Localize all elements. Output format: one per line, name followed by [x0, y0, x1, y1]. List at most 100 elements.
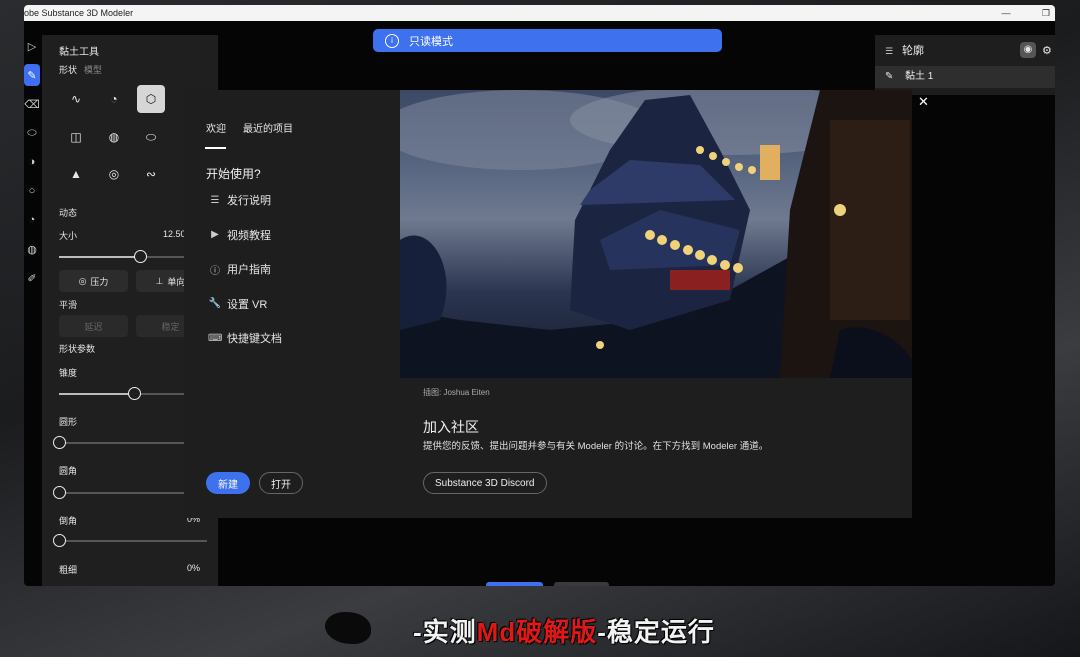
size-slider-handle[interactable]: [134, 250, 148, 263]
panel-title: 黏土工具: [59, 47, 99, 58]
chamfer-slider[interactable]: [53, 534, 207, 547]
taper-slider-handle[interactable]: [128, 387, 141, 400]
shape-globe-icon[interactable]: ◍: [100, 123, 128, 151]
pressure-icon: ◎: [78, 275, 87, 286]
info-icon: i: [385, 33, 399, 48]
outline-item[interactable]: ✎ 黏土 1: [875, 66, 1055, 88]
chamfer-label: 倒角: [59, 516, 78, 526]
shape-cone-icon[interactable]: ▲: [62, 160, 90, 188]
target-icon[interactable]: ◉: [1020, 42, 1036, 58]
tab-shape[interactable]: 形状: [59, 63, 77, 76]
primary-action-strip[interactable]: [486, 582, 543, 586]
menu-item[interactable]: 🔧 设置 VR: [208, 296, 268, 312]
tab-underline: [205, 147, 226, 149]
video-icon: ▶: [211, 229, 219, 240]
round-slider[interactable]: [53, 436, 184, 449]
illustration-scene: [400, 90, 912, 378]
single-direction-label: 单向: [167, 276, 186, 287]
wrench-icon: 🔧: [208, 298, 222, 309]
dark-blob: [325, 612, 371, 644]
outline-item-label: 黏土 1: [905, 71, 934, 82]
rotate-tool-icon[interactable]: ◔: [24, 209, 40, 231]
caption-overlay: -实测Md破解版-稳定运行: [413, 612, 715, 649]
pressure-button[interactable]: ◎ 压力: [59, 270, 128, 292]
shape-spline-icon[interactable]: ∾: [137, 160, 165, 188]
hero-illustration: [400, 90, 912, 378]
tab-model[interactable]: 模型: [84, 63, 102, 76]
paint-tool-icon[interactable]: ✐: [24, 267, 40, 289]
caption-suffix: -稳定运行: [597, 617, 715, 647]
outline-panel: ☰ 轮廓 ◉ ⚙ ✎ 黏土 1: [875, 35, 1055, 95]
select-tool-icon[interactable]: ▷: [24, 35, 40, 57]
outline-title: 轮廓: [902, 45, 924, 57]
discord-button[interactable]: Substance 3D Discord: [423, 472, 547, 494]
new-button[interactable]: 新建: [206, 472, 250, 494]
chamfer-slider-handle[interactable]: [53, 534, 66, 547]
caption-prefix: -实测: [413, 617, 477, 647]
tab-welcome[interactable]: 欢迎: [206, 120, 226, 135]
menu-item-label: 视频教程: [227, 229, 271, 242]
smooth-delay-button[interactable]: 延迟: [59, 315, 128, 337]
thickness-value[interactable]: 0%: [187, 563, 200, 573]
size-value[interactable]: 12.50: [163, 229, 186, 239]
shape-torus-icon[interactable]: ◎: [100, 160, 128, 188]
tool-bar: ▷ ✎ ⌫ ⬭ ◑ ○ ◔ ◍ ✐: [24, 35, 40, 296]
dialog-sidebar: 欢迎 最近的项目 开始使用? ☰ 发行说明 ▶ 视频教程 ⓘ 用户指南 🔧 设置 VR ⌨ 快捷键…: [184, 90, 400, 518]
get-started-heading: 开始使用?: [206, 167, 261, 181]
minimize-icon[interactable]: —: [999, 5, 1013, 21]
smooth-delay-label: 延迟: [84, 321, 103, 332]
menu-item-label: 设置 VR: [227, 298, 268, 311]
notification-text: 只读模式: [409, 35, 453, 48]
community-title: 加入社区: [423, 419, 479, 435]
shape-cube-icon[interactable]: ⬡: [137, 85, 165, 113]
shape-box-icon[interactable]: ◫: [62, 123, 90, 151]
dynamics-heading: 动态: [59, 208, 78, 218]
title-bar: obe Substance 3D Modeler — ❐: [24, 5, 1055, 21]
community-description: 提供您的反馈、提出问题并参与有关 Modeler 的讨论。在下方找到 Model…: [423, 441, 769, 452]
illustration-credit: 插图: Joshua Eiten: [423, 388, 490, 397]
outline-header: ☰ 轮廓 ◉ ⚙: [875, 41, 1055, 61]
smooth-stable-label: 稳定: [161, 321, 180, 332]
round-slider-handle[interactable]: [53, 436, 66, 449]
fillet-slider[interactable]: [53, 486, 184, 499]
list-icon: ☰: [210, 194, 220, 206]
smooth-heading: 平滑: [59, 300, 78, 310]
size-slider[interactable]: [59, 250, 184, 263]
thickness-label: 粗细: [59, 565, 78, 575]
list-icon: ☰: [885, 46, 894, 56]
clay-brush-tool-icon[interactable]: ✎: [24, 64, 40, 86]
pressure-label: 压力: [90, 276, 109, 287]
restore-icon[interactable]: ❐: [1039, 5, 1053, 21]
read-only-notification: i 只读模式: [373, 29, 722, 52]
open-button[interactable]: 打开: [259, 472, 303, 494]
lasso-tool-icon[interactable]: ○: [24, 180, 40, 202]
shape-sphere-icon[interactable]: ◔: [100, 85, 128, 113]
gear-icon[interactable]: ⚙: [1042, 41, 1052, 61]
menu-item[interactable]: ☰ 发行说明: [208, 192, 271, 208]
smooth-tool-icon[interactable]: ⬭: [24, 122, 40, 144]
welcome-dialog: 欢迎 最近的项目 开始使用? ☰ 发行说明 ▶ 视频教程 ⓘ 用户指南 🔧 设置 VR ⌨ 快捷键…: [184, 90, 929, 518]
tab-recent-projects[interactable]: 最近的项目: [243, 120, 293, 135]
symmetry-tool-icon[interactable]: ◑: [24, 151, 40, 173]
fillet-label: 圆角: [59, 466, 78, 476]
stamp-icon: ⊥: [155, 275, 164, 286]
menu-item-label: 快捷键文档: [227, 333, 282, 345]
fillet-slider-handle[interactable]: [53, 486, 66, 499]
shape-capsule-icon[interactable]: ⬭: [137, 123, 165, 151]
erase-tool-icon[interactable]: ⌫: [24, 93, 40, 115]
shape-params-heading: 形状参数: [59, 344, 96, 354]
menu-item-label: 用户指南: [227, 264, 271, 276]
app-window: obe Substance 3D Modeler — ❐ ▷ ✎ ⌫ ⬭ ◑ ○ ◔ ◍ ✐ 黏…: [24, 5, 1055, 586]
menu-item[interactable]: ⓘ 用户指南: [208, 261, 271, 277]
secondary-action-strip[interactable]: [554, 582, 609, 586]
window-title: obe Substance 3D Modeler: [24, 8, 134, 18]
shape-curve-icon[interactable]: ∿: [62, 85, 90, 113]
taper-label: 锥度: [59, 368, 78, 378]
close-icon[interactable]: ✕: [918, 94, 929, 110]
menu-item[interactable]: ▶ 视频教程: [208, 227, 271, 243]
menu-item[interactable]: ⌨ 快捷键文档: [208, 330, 282, 346]
info-icon: ⓘ: [210, 265, 220, 277]
material-tool-icon[interactable]: ◍: [24, 238, 40, 260]
round-label: 圆形: [59, 417, 78, 427]
taper-slider[interactable]: [59, 387, 184, 400]
